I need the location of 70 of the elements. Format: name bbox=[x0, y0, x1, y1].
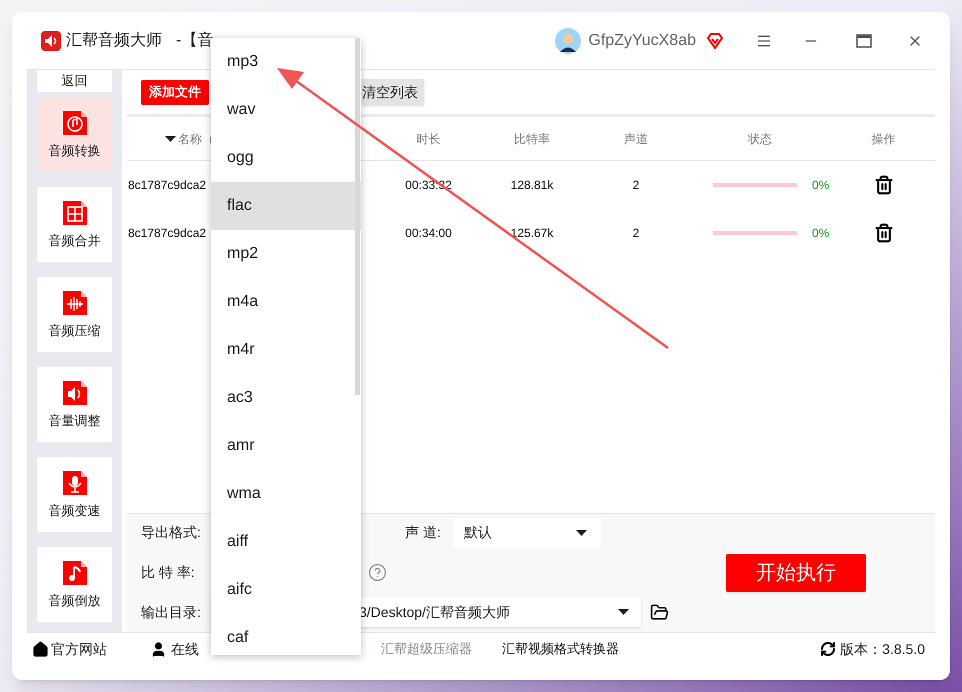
back-button[interactable]: 返回 bbox=[37, 70, 112, 92]
document-waveform-icon bbox=[60, 288, 88, 317]
menu-icon[interactable] bbox=[756, 32, 772, 48]
bitrate-cell-text: 125.67k bbox=[510, 225, 554, 242]
dropdown-option[interactable]: caf bbox=[211, 614, 361, 655]
sidebar-item[interactable]: 音频倒放 bbox=[37, 547, 112, 622]
column-header: 比特率 bbox=[513, 130, 551, 148]
dropdown-option[interactable]: aiff bbox=[211, 518, 361, 566]
username: GfpZyYucX8ab bbox=[588, 30, 696, 50]
channel-select[interactable]: 默认 bbox=[453, 518, 601, 548]
sort-caret-icon bbox=[165, 136, 176, 142]
sidebar-item[interactable]: 音频转换 bbox=[37, 97, 112, 172]
scrollbar-thumb[interactable] bbox=[355, 38, 360, 395]
help-icon[interactable] bbox=[368, 563, 387, 582]
channel-label: 声 道: bbox=[405, 523, 442, 542]
sidebar-item[interactable]: 音频压缩 bbox=[37, 277, 112, 352]
dropdown-option[interactable]: wav bbox=[211, 86, 361, 134]
dropdown-option[interactable]: flac bbox=[211, 182, 361, 230]
column-header: 时长 bbox=[416, 130, 442, 148]
sidebar-item[interactable]: 音量调整 bbox=[37, 367, 112, 442]
dropdown-option[interactable]: m4a bbox=[211, 278, 361, 326]
document-grid-icon bbox=[60, 198, 88, 227]
product-link[interactable]: 汇帮视频格式转换器 bbox=[502, 639, 619, 659]
document-music-note-icon bbox=[60, 558, 88, 587]
channels-cell-text: 2 bbox=[632, 225, 640, 242]
home-icon bbox=[32, 640, 49, 658]
avatar-icon[interactable] bbox=[555, 28, 582, 54]
speaker-logo-icon bbox=[41, 30, 61, 50]
progress-percent: 0% bbox=[812, 177, 830, 194]
bitrate-cell-text: 128.81k bbox=[510, 177, 554, 194]
delete-icon[interactable] bbox=[874, 223, 894, 243]
delete-icon[interactable] bbox=[874, 175, 894, 195]
dropdown-option[interactable]: mp3 bbox=[211, 38, 361, 86]
progress-percent: 0% bbox=[812, 225, 830, 242]
dropdown-caret-icon bbox=[576, 530, 587, 536]
website-link[interactable]: 官方网站 bbox=[32, 638, 107, 660]
column-header: 操作 bbox=[870, 130, 896, 148]
column-header: 状态 bbox=[747, 130, 773, 148]
document-microphone-icon bbox=[60, 468, 88, 497]
dropdown-option[interactable]: wma bbox=[211, 470, 361, 518]
refresh-icon[interactable] bbox=[820, 641, 836, 657]
user-icon bbox=[150, 640, 167, 658]
channels-cell-text: 2 bbox=[632, 177, 640, 194]
clear-list-button[interactable]: 清空列表 bbox=[362, 79, 424, 105]
sidebar-item[interactable]: 音频合并 bbox=[37, 187, 112, 262]
file-name-cell-text: 8c1787c9dca2 bbox=[127, 225, 208, 242]
duration-cell-text: 00:34:00 bbox=[404, 225, 453, 242]
dropdown-caret-icon bbox=[618, 609, 629, 616]
diamond-icon[interactable] bbox=[706, 32, 724, 48]
support-link[interactable]: 在线 bbox=[150, 638, 199, 660]
maximize-icon[interactable] bbox=[856, 34, 872, 48]
dropdown-option[interactable]: ogg bbox=[211, 134, 361, 182]
start-button[interactable]: 开始执行 bbox=[726, 554, 866, 592]
column-header: 声道 bbox=[623, 130, 649, 148]
file-name-cell-text: 8c1787c9dca2 bbox=[127, 177, 208, 194]
version-text: 版本：3.8.5.0 bbox=[840, 640, 925, 658]
dropdown-option[interactable]: amr bbox=[211, 422, 361, 470]
sidebar-item[interactable]: 音频变速 bbox=[37, 457, 112, 532]
document-speaker-icon bbox=[60, 378, 88, 407]
dropdown-option[interactable]: m4r bbox=[211, 326, 361, 374]
format-label: 导出格式: bbox=[141, 523, 202, 542]
dropdown-option[interactable]: mp2 bbox=[211, 230, 361, 278]
add-file-button[interactable]: 添加文件 bbox=[141, 80, 209, 104]
folder-icon[interactable] bbox=[650, 602, 669, 622]
window-subtitle: -【音 bbox=[176, 30, 214, 50]
dropdown-option[interactable]: ac3 bbox=[211, 374, 361, 422]
dropdown-option[interactable]: aifc bbox=[211, 566, 361, 614]
bitrate-label: 比 特 率: bbox=[141, 563, 196, 582]
output-dir-label: 输出目录: bbox=[141, 602, 202, 622]
app-title: 汇帮音频大师 bbox=[66, 30, 162, 50]
